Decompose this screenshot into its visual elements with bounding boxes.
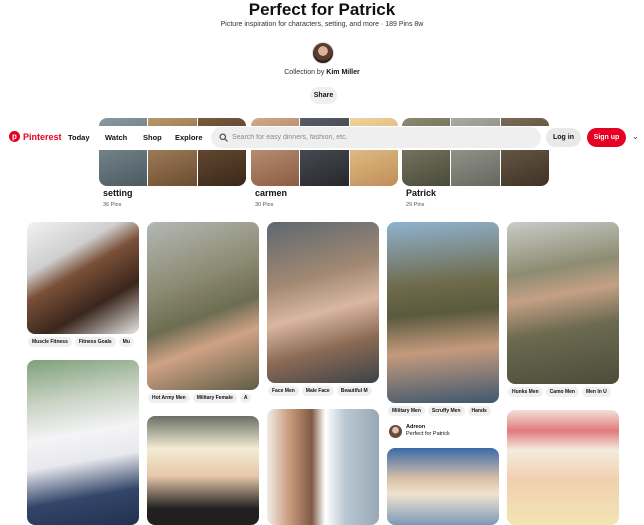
pinner-text: Adreon Perfect for Patrick: [406, 424, 450, 438]
pin-tag[interactable]: Hunks Men: [508, 387, 543, 397]
pin-image[interactable]: [267, 222, 379, 383]
pin-tag[interactable]: Face Men: [268, 386, 299, 396]
pin-image[interactable]: [147, 222, 259, 390]
pin-tag[interactable]: Male Face: [301, 386, 334, 396]
nav-link-shop[interactable]: Shop: [143, 133, 162, 142]
pinner-board: Perfect for Patrick: [406, 431, 450, 437]
share-button[interactable]: Share: [310, 87, 337, 104]
search-icon: [219, 133, 228, 142]
collection-prefix: Collection by: [284, 69, 325, 76]
pin-tag[interactable]: Mu: [118, 337, 134, 347]
owner-avatar[interactable]: [312, 42, 334, 64]
search-bar[interactable]: [211, 127, 541, 148]
signup-button[interactable]: Sign up: [587, 128, 626, 147]
top-navigation: p Pinterest Today Watch Shop Explore Log…: [0, 126, 644, 150]
section-label[interactable]: setting: [103, 188, 133, 198]
pin-tag[interactable]: Military Men: [388, 406, 425, 416]
login-button[interactable]: Log in: [546, 128, 581, 147]
pinterest-board-page: Perfect for Patrick Picture inspiration …: [0, 0, 644, 525]
pin-tags: Hot Army Men Military Female A: [148, 393, 260, 403]
pin-tag[interactable]: Military Female: [192, 393, 237, 403]
section-label[interactable]: carmen: [255, 188, 287, 198]
pinner-avatar: [389, 424, 402, 438]
pin-tag[interactable]: Beautiful M: [336, 386, 372, 396]
nav-link-watch[interactable]: Watch: [105, 133, 127, 142]
chevron-down-icon[interactable]: ⌄: [632, 132, 639, 141]
pin-tag[interactable]: Fitness Goals: [74, 337, 116, 347]
pin-tags: Muscle Fitness Fitness Goals Mu: [28, 337, 140, 347]
pin-tag[interactable]: Men In U: [581, 387, 611, 397]
pin-image[interactable]: [507, 222, 619, 384]
collection-owner-link[interactable]: Kim Miller: [326, 69, 359, 76]
pin-tag[interactable]: Hot Army Men: [148, 393, 190, 403]
section-count: 30 Pins: [255, 202, 274, 208]
pin-image[interactable]: [27, 222, 139, 334]
nav-link-explore[interactable]: Explore: [175, 133, 203, 142]
pin-tag[interactable]: Camo Men: [545, 387, 579, 397]
pin-tag[interactable]: Scruffy Men: [427, 406, 465, 416]
pin-tags: Face Men Male Face Beautiful M: [268, 386, 380, 396]
search-input[interactable]: [232, 134, 532, 141]
pin-image[interactable]: [147, 416, 259, 525]
pin-tag[interactable]: Hands: [467, 406, 491, 416]
pin-tags: Military Men Scruffy Men Hands: [388, 406, 500, 416]
pin-image[interactable]: [27, 360, 139, 525]
pin-tags: Hunks Men Camo Men Men In U: [508, 387, 620, 397]
collection-byline: Collection by Kim Miller: [0, 69, 644, 76]
section-count: 36 Pins: [103, 202, 122, 208]
logo-text: Pinterest: [23, 131, 62, 142]
section-label[interactable]: Patrick: [406, 188, 436, 198]
pinner-name: Adreon: [406, 424, 426, 430]
pin-tag[interactable]: Muscle Fitness: [28, 337, 72, 347]
pin-image[interactable]: [387, 448, 499, 525]
nav-link-today[interactable]: Today: [68, 133, 90, 142]
pinterest-logo-icon: p: [9, 131, 20, 142]
pinterest-logo[interactable]: p Pinterest: [9, 131, 62, 142]
board-title: Perfect for Patrick: [248, 0, 396, 19]
pin-tag[interactable]: A: [239, 393, 252, 403]
pin-image[interactable]: [267, 409, 379, 525]
section-count: 29 Pins: [406, 202, 425, 208]
board-description: Picture inspiration for characters, sett…: [220, 21, 424, 28]
pin-image[interactable]: [507, 410, 619, 525]
pin-attribution[interactable]: Adreon Perfect for Patrick: [389, 424, 450, 438]
pin-image[interactable]: [387, 222, 499, 403]
